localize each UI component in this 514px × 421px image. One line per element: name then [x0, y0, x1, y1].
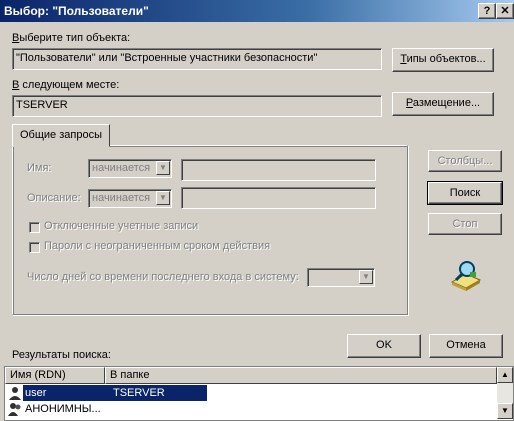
- user-icon: [8, 386, 22, 400]
- non-expiring-passwords-label: Пароли с неограниченным сроком действия: [44, 240, 271, 252]
- description-mode-value: начинается: [92, 192, 151, 204]
- object-type-field: "Пользователи" или "Встроенные участники…: [12, 48, 382, 70]
- scroll-down-button[interactable]: ▼: [497, 403, 513, 419]
- days-since-logon-select[interactable]: ▼: [307, 268, 375, 287]
- window-title: Выбор: "Пользователи": [4, 4, 149, 18]
- title-bar[interactable]: Выбор: "Пользователи" ? ✕: [0, 0, 514, 22]
- name-input[interactable]: [181, 159, 376, 181]
- results-list[interactable]: Имя (RDN) В папке user TSERVER АНОНИМНЫ.…: [4, 366, 514, 421]
- cell-folder: TSERVER: [113, 387, 165, 399]
- chevron-down-icon: ▼: [156, 191, 170, 205]
- name-mode-value: начинается: [92, 162, 151, 174]
- description-mode-select[interactable]: начинается ▼: [88, 189, 172, 208]
- description-input[interactable]: [181, 187, 376, 209]
- results-label: Результаты поиска:: [12, 349, 111, 361]
- disabled-accounts-checkbox[interactable]: [29, 222, 40, 233]
- non-expiring-passwords-checkbox[interactable]: [29, 242, 40, 253]
- tab-common-queries[interactable]: Общие запросы: [12, 124, 110, 147]
- chevron-down-icon: ▼: [156, 161, 170, 175]
- columns-button[interactable]: Столбцы...: [428, 150, 502, 172]
- ok-button[interactable]: OK: [347, 334, 421, 358]
- column-header-name[interactable]: Имя (RDN): [5, 367, 105, 384]
- search-animation-icon: [448, 258, 482, 292]
- name-label: Имя:: [27, 162, 52, 174]
- search-button[interactable]: Поиск: [427, 181, 503, 205]
- stop-button[interactable]: Стоп: [428, 213, 502, 235]
- cancel-button[interactable]: Отмена: [429, 334, 503, 358]
- cell-name: АНОНИМНЫ...: [25, 403, 101, 415]
- scrollbar-track[interactable]: [497, 383, 513, 403]
- days-since-logon-label: Число дней со времени последнего входа в…: [27, 271, 299, 283]
- description-label: Описание:: [27, 192, 81, 204]
- object-type-label: Выберите тип объекта:: [12, 32, 131, 44]
- location-field: TSERVER: [12, 95, 382, 117]
- object-types-button[interactable]: Типы объектов...: [392, 48, 494, 72]
- chevron-down-icon: ▼: [359, 270, 373, 284]
- table-row[interactable]: user TSERVER: [5, 385, 497, 401]
- name-mode-select[interactable]: начинается ▼: [88, 159, 172, 178]
- table-row[interactable]: АНОНИМНЫ...: [5, 401, 497, 417]
- column-header-folder[interactable]: В папке: [105, 367, 497, 384]
- help-button[interactable]: ?: [478, 3, 496, 19]
- close-button[interactable]: ✕: [496, 3, 514, 19]
- location-label: В следующем месте:: [12, 79, 120, 91]
- scroll-up-button[interactable]: ▲: [497, 367, 513, 383]
- locations-button[interactable]: Размещение...: [392, 92, 494, 116]
- group-icon: [8, 402, 22, 416]
- disabled-accounts-label: Отключенные учетные записи: [44, 220, 199, 232]
